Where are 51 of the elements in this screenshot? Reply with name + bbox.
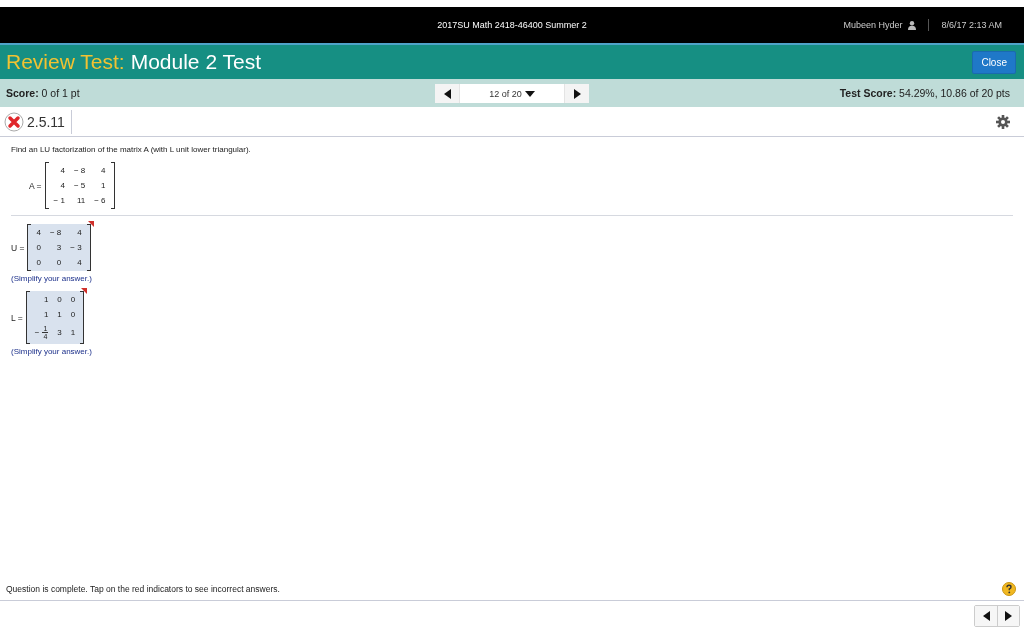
- matrix-entry[interactable]: − 8: [49, 228, 62, 237]
- matrix-entry[interactable]: 1: [57, 310, 62, 319]
- matrix-label: U =: [11, 242, 25, 253]
- answer-hint: (Simplify your answer.): [11, 274, 93, 283]
- matrix-entry[interactable]: − 3: [70, 243, 82, 252]
- caret-icon: [524, 90, 535, 97]
- matrix-entry: 1: [100, 181, 106, 190]
- close-button[interactable]: Close: [972, 50, 1016, 74]
- matrix-entry: 4: [59, 166, 65, 175]
- score: Score: 0 of 1 pt: [6, 87, 80, 99]
- answer-hint: (Simplify your answer.): [11, 347, 93, 356]
- status-message: Question is complete. Tap on the red indicators to see incorrect answers.: [6, 584, 280, 594]
- previous-button[interactable]: [975, 606, 997, 626]
- help-icon[interactable]: [1002, 582, 1016, 596]
- matrix-entry: − 5: [73, 181, 86, 190]
- matrix-entry: − 1: [53, 196, 65, 205]
- matrix-label: L =: [11, 312, 23, 323]
- matrix-entry[interactable]: 4: [36, 228, 41, 237]
- page-title-prefix: Review Test:: [6, 50, 125, 74]
- matrix-entry[interactable]: 3: [57, 328, 62, 337]
- next-icon: [573, 88, 581, 99]
- course-title: 2017SU Math 2418-46400 Summer 2: [437, 20, 587, 30]
- matrix-entry: 11: [75, 196, 86, 205]
- next-button[interactable]: [565, 84, 589, 103]
- test-score: Test Score: 54.29%, 10.86 of 20 pts: [839, 87, 1010, 99]
- question-number: 2.5.11: [24, 109, 72, 134]
- matrix-entry[interactable]: 0: [70, 310, 76, 319]
- matrix-entry[interactable]: 0: [57, 295, 62, 304]
- page-title: Module 2 Test: [130, 50, 263, 74]
- previous-icon: [982, 611, 990, 621]
- next-icon: [1005, 611, 1012, 621]
- previous-icon: [443, 88, 451, 99]
- incorrect-indicator-icon[interactable]: [81, 288, 88, 294]
- incorrect-indicator-icon[interactable]: [87, 221, 94, 227]
- matrix-entry[interactable]: 0: [36, 243, 41, 252]
- matrix-entry: − 8: [73, 166, 86, 175]
- date-time: 8/6/17 2:13 AM: [941, 20, 1002, 30]
- previous-button[interactable]: [435, 84, 459, 103]
- matrix-entry[interactable]: 0: [70, 295, 76, 304]
- matrix-label: A =: [29, 180, 42, 191]
- matrix-entry: − 6: [94, 196, 106, 205]
- question-selector[interactable]: 12 of 20: [459, 84, 565, 103]
- question-prompt: Find an LU factorization of the matrix A (with L unit lower triangular).: [11, 145, 252, 154]
- next-button[interactable]: [997, 606, 1019, 626]
- matrix-entry[interactable]: 0: [36, 258, 41, 267]
- settings-icon[interactable]: [996, 114, 1010, 129]
- user-name: Mubeen Hyder: [843, 20, 903, 30]
- user-icon: [908, 20, 917, 30]
- matrix-entry: 4: [59, 181, 65, 190]
- matrix-entry[interactable]: 1: [70, 328, 76, 337]
- matrix-entry: 4: [100, 166, 106, 175]
